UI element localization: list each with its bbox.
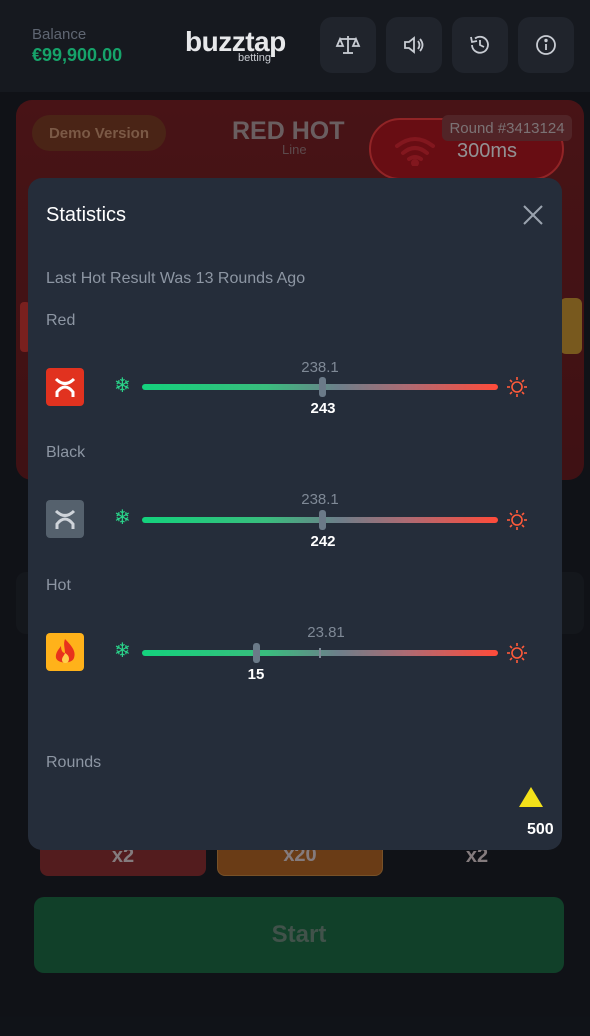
hot-icon	[507, 377, 527, 397]
red-label: Red	[46, 312, 76, 329]
hot-average: 23.81	[307, 624, 345, 641]
speaker-icon	[404, 36, 424, 54]
info-button[interactable]	[518, 17, 574, 73]
cold-icon: ❄	[114, 375, 131, 397]
red-icon	[46, 368, 84, 406]
cold-icon: ❄	[114, 640, 131, 662]
statistics-modal: Statistics Last Hot Result Was 13 Rounds…	[28, 178, 562, 850]
hot-average-marker	[319, 648, 321, 658]
sound-button[interactable]	[386, 17, 442, 73]
rounds-marker-icon[interactable]	[518, 786, 544, 808]
hot-label: Hot	[46, 577, 71, 594]
fire-icon	[46, 633, 84, 671]
logo-subtitle: betting	[238, 52, 272, 64]
info-icon	[536, 35, 556, 55]
modal-title: Statistics	[46, 204, 127, 226]
history-icon	[470, 35, 489, 54]
top-bar: Balance €99,900.00 buzztap betting	[0, 0, 590, 92]
red-slider-thumb	[319, 377, 326, 397]
black-icon	[46, 500, 84, 538]
fairness-button[interactable]	[320, 17, 376, 73]
black-average: 238.1	[301, 491, 339, 508]
red-average: 238.1	[301, 359, 339, 376]
last-hot-text: Last Hot Result Was 13 Rounds Ago	[46, 270, 306, 287]
cold-icon: ❄	[114, 507, 131, 529]
scales-icon	[335, 36, 361, 54]
black-slider-thumb	[319, 510, 326, 530]
hot-icon	[507, 510, 527, 530]
hot-slider-thumb	[253, 643, 260, 663]
hot-value: 15	[247, 666, 265, 683]
rounds-label: Rounds	[46, 754, 102, 771]
hot-icon	[507, 643, 527, 663]
black-value: 242	[310, 533, 336, 550]
red-value: 243	[310, 400, 336, 417]
balance-label: Balance	[32, 26, 87, 43]
rounds-value: 500	[527, 821, 554, 838]
black-label: Black	[46, 444, 86, 461]
history-button[interactable]	[452, 17, 508, 73]
game-screen: Balance €99,900.00 buzztap betting Demo …	[0, 0, 590, 1036]
close-icon[interactable]	[521, 203, 545, 227]
balance-value: €99,900.00	[32, 45, 123, 65]
